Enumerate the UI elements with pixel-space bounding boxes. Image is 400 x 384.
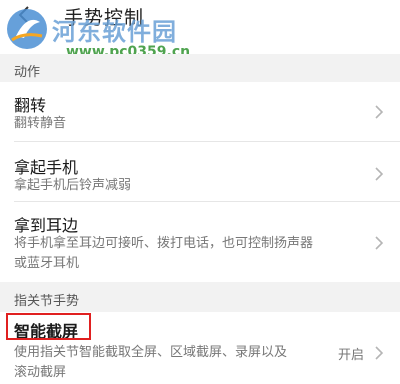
section-header-actions: 动作 bbox=[0, 54, 400, 82]
chevron-right-icon bbox=[375, 167, 384, 181]
watermark-site-name: 河东软件园 bbox=[52, 18, 177, 46]
section-header-knuckle-gestures: 指关节手势 bbox=[0, 282, 400, 312]
highlight-box bbox=[6, 313, 91, 340]
watermark-logo-icon bbox=[7, 9, 47, 49]
settings-row-pick-up[interactable]: 拿起手机 拿起手机后铃声减弱 bbox=[0, 142, 400, 202]
section-label: 动作 bbox=[14, 65, 41, 80]
row-title: 翻转 bbox=[14, 96, 47, 115]
row-subtitle-line-2: 或蓝牙耳机 bbox=[14, 256, 80, 271]
row-subtitle-line-1: 将手机拿至耳边可接听、拨打电话，也可控制扬声器 bbox=[14, 236, 314, 251]
status-text: 开启 bbox=[337, 348, 364, 363]
row-title: 拿起手机 bbox=[14, 158, 79, 177]
row-title: 拿到耳边 bbox=[14, 216, 79, 235]
chevron-right-icon bbox=[375, 346, 384, 360]
row-subtitle-line-2: 滚动截屏 bbox=[14, 365, 67, 380]
settings-row-flip[interactable]: 翻转 翻转静音 bbox=[0, 82, 400, 142]
row-subtitle: 拿起手机后铃声减弱 bbox=[14, 178, 132, 193]
row-subtitle: 翻转静音 bbox=[14, 116, 67, 131]
chevron-right-icon bbox=[375, 105, 384, 119]
section-label: 指关节手势 bbox=[14, 294, 80, 309]
settings-row-raise-to-ear[interactable]: 拿到耳边 将手机拿至耳边可接听、拨打电话，也可控制扬声器 或蓝牙耳机 bbox=[0, 202, 400, 282]
row-subtitle-line-1: 使用指关节智能截取全屏、区域截屏、录屏以及 bbox=[14, 345, 288, 360]
chevron-right-icon bbox=[375, 236, 384, 250]
